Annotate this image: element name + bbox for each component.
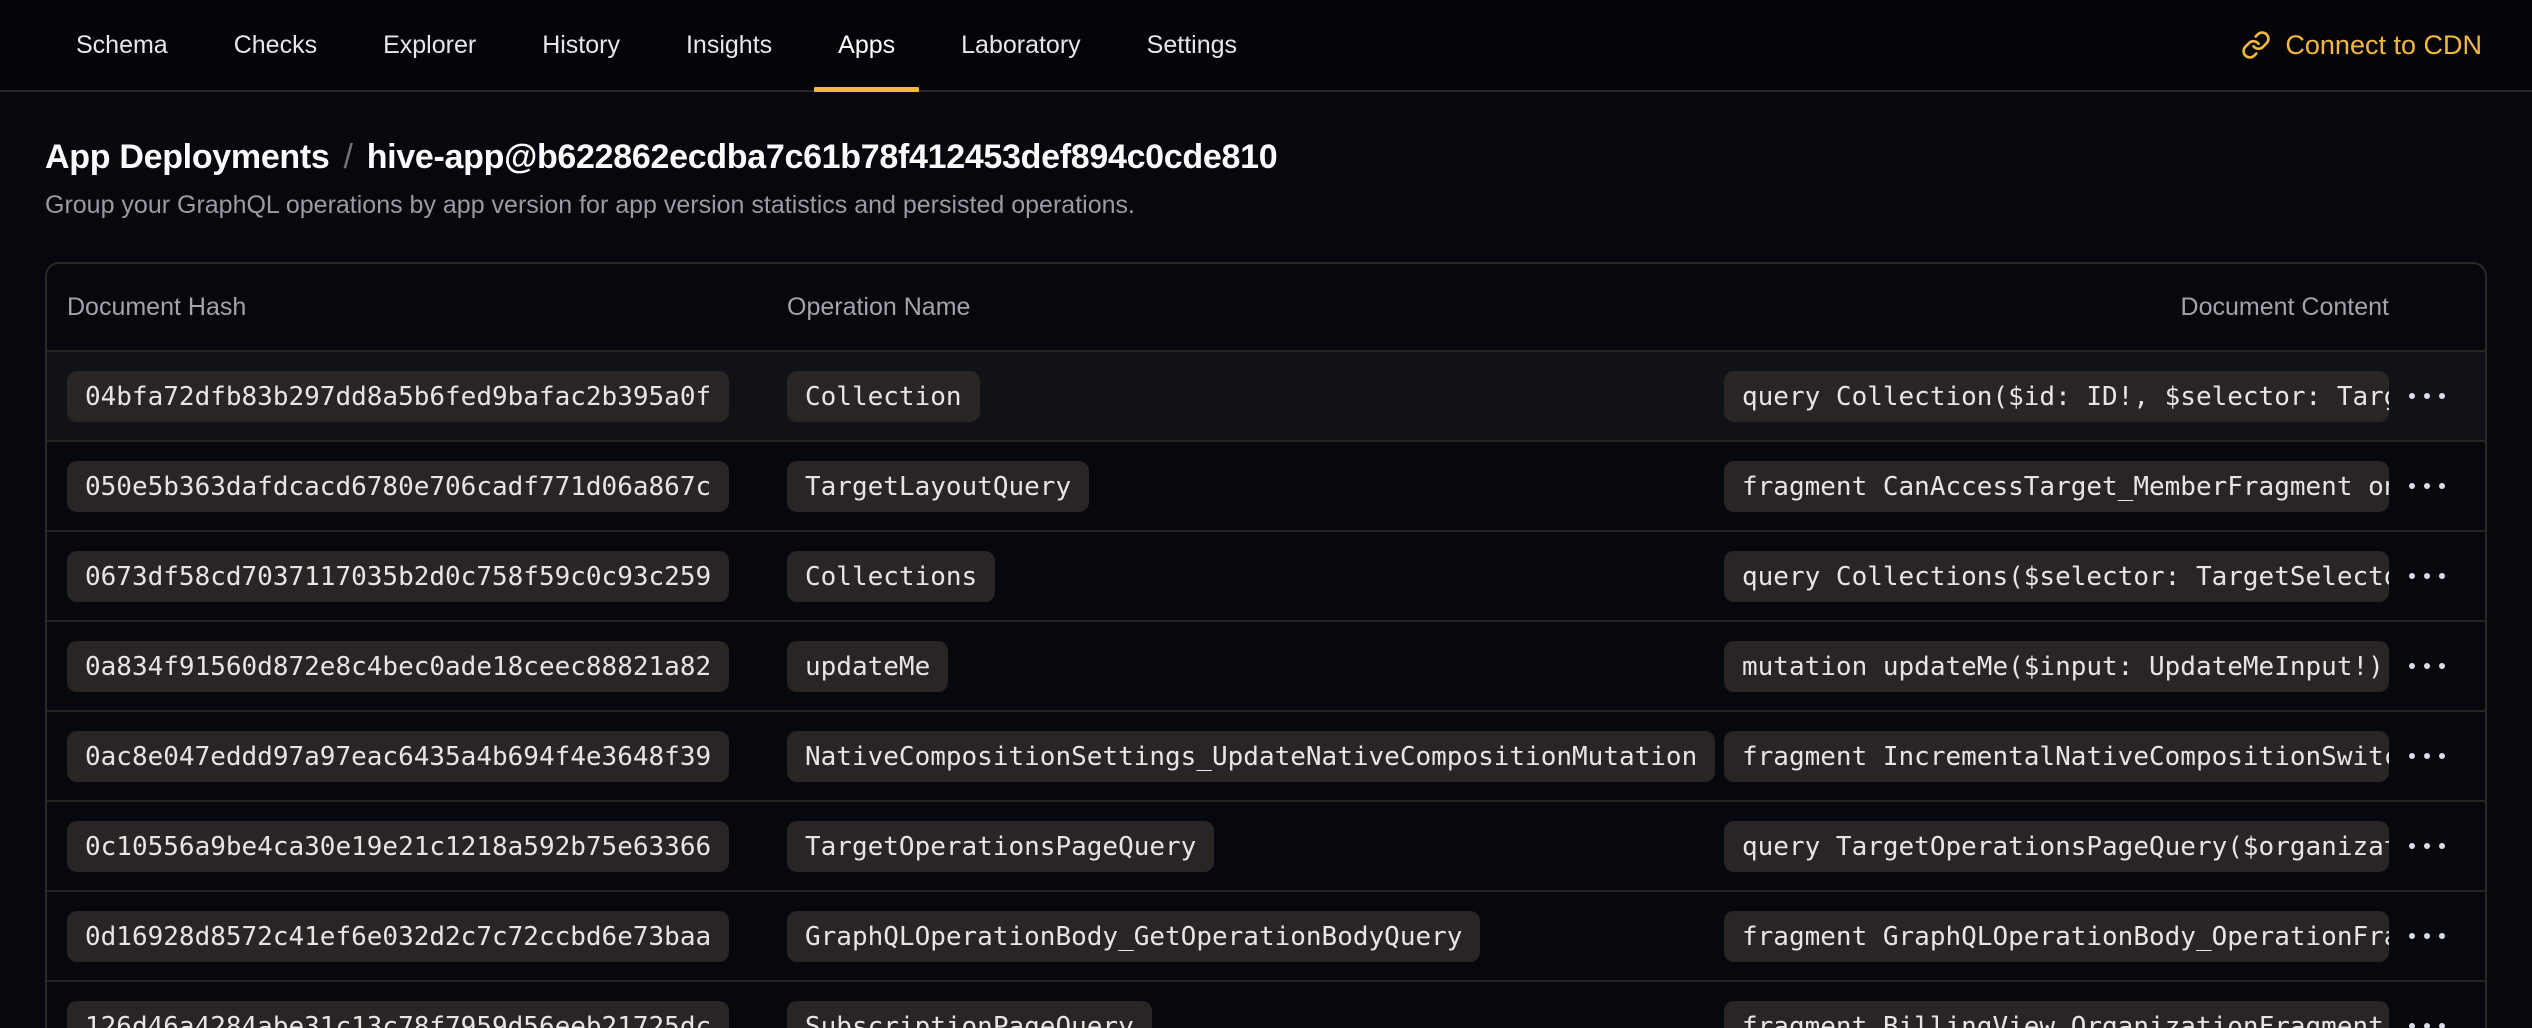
- link-icon: [2241, 30, 2271, 60]
- row-menu-button[interactable]: [2389, 1002, 2465, 1028]
- deployments-table-body: 04bfa72dfb83b297dd8a5b6fed9bafac2b395a0f…: [47, 350, 2485, 1028]
- top-navigation: SchemaChecksExplorerHistoryInsightsAppsL…: [0, 0, 2532, 92]
- app-deployments-table: Document Hash Operation Name Document Co…: [45, 262, 2487, 1028]
- primary-nav: SchemaChecksExplorerHistoryInsightsAppsL…: [50, 0, 1263, 90]
- tab-explorer[interactable]: Explorer: [357, 0, 502, 90]
- breadcrumb: App Deployments/hive-app@b622862ecdba7c6…: [45, 138, 2487, 177]
- operation-name-pill: Collection: [787, 371, 980, 422]
- operation-name-pill: updateMe: [787, 641, 948, 692]
- ellipsis-icon: [2409, 573, 2445, 579]
- breadcrumb-separator: /: [330, 138, 367, 176]
- tab-schema[interactable]: Schema: [50, 0, 194, 90]
- table-row[interactable]: 0c10556a9be4ca30e19e21c1218a592b75e63366…: [47, 800, 2485, 890]
- column-header-document-hash: Document Hash: [67, 293, 787, 322]
- document-content-pill: fragment GraphQLOperationBody_OperationF…: [1724, 911, 2389, 962]
- table-row[interactable]: 0ac8e047eddd97a97eac6435a4b694f4e3648f39…: [47, 710, 2485, 800]
- operation-name-pill: GraphQLOperationBody_GetOperationBodyQue…: [787, 911, 1480, 962]
- operation-name-pill: TargetOperationsPageQuery: [787, 821, 1214, 872]
- page-header: App Deployments/hive-app@b622862ecdba7c6…: [0, 92, 2532, 220]
- ellipsis-icon: [2409, 393, 2445, 399]
- row-menu-button[interactable]: [2389, 822, 2465, 870]
- row-menu-button[interactable]: [2389, 912, 2465, 960]
- document-content-pill: query Collections($selector: TargetSelec…: [1724, 551, 2389, 602]
- column-header-operation-name: Operation Name: [787, 293, 1724, 322]
- ellipsis-icon: [2409, 933, 2445, 939]
- connect-to-cdn-label: Connect to CDN: [2285, 30, 2482, 61]
- ellipsis-icon: [2409, 663, 2445, 669]
- row-menu-button[interactable]: [2389, 642, 2465, 690]
- document-content-pill: fragment IncrementalNativeCompositionSwi…: [1724, 731, 2389, 782]
- ellipsis-icon: [2409, 753, 2445, 759]
- operation-name-pill: SubscriptionPageQuery: [787, 1001, 1152, 1028]
- document-content-pill: query TargetOperationsPageQuery($organiz…: [1724, 821, 2389, 872]
- row-menu-button[interactable]: [2389, 732, 2465, 780]
- page-subtitle: Group your GraphQL operations by app ver…: [45, 191, 2487, 220]
- document-hash-pill: 126d46a4284abe31c13c78f7959d56eeb21725dc: [67, 1001, 729, 1028]
- ellipsis-icon: [2409, 843, 2445, 849]
- document-content-pill: query Collection($id: ID!, $selector: Ta…: [1724, 371, 2389, 422]
- connect-to-cdn-button[interactable]: Connect to CDN: [2241, 0, 2482, 90]
- ellipsis-icon: [2409, 483, 2445, 489]
- document-hash-pill: 0673df58cd7037117035b2d0c758f59c0c93c259: [67, 551, 729, 602]
- table-row[interactable]: 0d16928d8572c41ef6e032d2c7c72ccbd6e73baa…: [47, 890, 2485, 980]
- table-row[interactable]: 04bfa72dfb83b297dd8a5b6fed9bafac2b395a0f…: [47, 350, 2485, 440]
- table-row[interactable]: 126d46a4284abe31c13c78f7959d56eeb21725dc…: [47, 980, 2485, 1028]
- document-hash-pill: 0d16928d8572c41ef6e032d2c7c72ccbd6e73baa: [67, 911, 729, 962]
- tab-laboratory[interactable]: Laboratory: [935, 0, 1107, 90]
- document-hash-pill: 0ac8e047eddd97a97eac6435a4b694f4e3648f39: [67, 731, 729, 782]
- document-content-pill: mutation updateMe($input: UpdateMeInput!…: [1724, 641, 2389, 692]
- document-content-pill: fragment BillingView_OrganizationFragmen…: [1724, 1001, 2389, 1028]
- document-hash-pill: 0c10556a9be4ca30e19e21c1218a592b75e63366: [67, 821, 729, 872]
- table-row[interactable]: 0a834f91560d872e8c4bec0ade18ceec88821a82…: [47, 620, 2485, 710]
- document-hash-pill: 050e5b363dafdcacd6780e706cadf771d06a867c: [67, 461, 729, 512]
- breadcrumb-section: App Deployments: [45, 138, 330, 176]
- row-menu-button[interactable]: [2389, 372, 2465, 420]
- tab-checks[interactable]: Checks: [208, 0, 343, 90]
- table-row[interactable]: 050e5b363dafdcacd6780e706cadf771d06a867c…: [47, 440, 2485, 530]
- operation-name-pill: Collections: [787, 551, 995, 602]
- ellipsis-icon: [2409, 1023, 2445, 1028]
- operation-name-pill: TargetLayoutQuery: [787, 461, 1089, 512]
- operation-name-pill: NativeCompositionSettings_UpdateNativeCo…: [787, 731, 1715, 782]
- tab-history[interactable]: History: [516, 0, 646, 90]
- table-header-row: Document Hash Operation Name Document Co…: [47, 264, 2485, 350]
- tab-apps[interactable]: Apps: [812, 0, 921, 90]
- row-menu-button[interactable]: [2389, 462, 2465, 510]
- row-menu-button[interactable]: [2389, 552, 2465, 600]
- tab-settings[interactable]: Settings: [1121, 0, 1263, 90]
- column-header-document-content: Document Content: [1724, 293, 2389, 322]
- document-hash-pill: 04bfa72dfb83b297dd8a5b6fed9bafac2b395a0f: [67, 371, 729, 422]
- tab-insights[interactable]: Insights: [660, 0, 798, 90]
- document-hash-pill: 0a834f91560d872e8c4bec0ade18ceec88821a82: [67, 641, 729, 692]
- breadcrumb-app-id: hive-app@b622862ecdba7c61b78f412453def89…: [367, 138, 1278, 176]
- document-content-pill: fragment CanAccessTarget_MemberFragment …: [1724, 461, 2389, 512]
- table-row[interactable]: 0673df58cd7037117035b2d0c758f59c0c93c259…: [47, 530, 2485, 620]
